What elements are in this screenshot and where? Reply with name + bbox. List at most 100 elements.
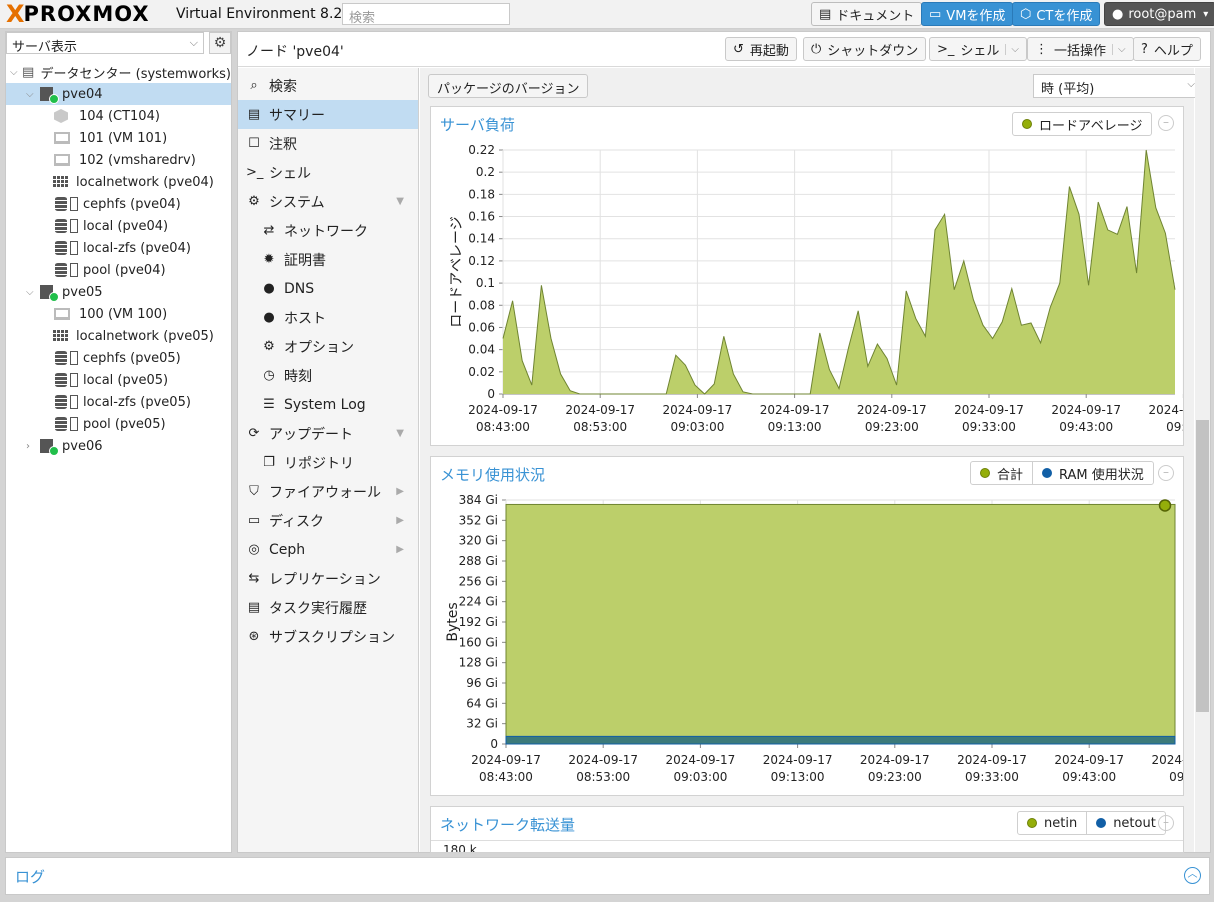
tree-item-vm[interactable]: 102 (vmsharedrv): [6, 149, 231, 171]
shutdown-button[interactable]: ⏻ シャットダウン: [803, 37, 927, 61]
legend-item[interactable]: RAM 使用状況: [1032, 462, 1153, 484]
page-title: ノード 'pve04': [246, 44, 344, 60]
x-tick-label: 2024-09-17: [857, 403, 927, 417]
x-tick-label: 2024-09-17: [471, 753, 541, 767]
tree-item-storage[interactable]: local (pve04): [6, 215, 231, 237]
x-tick-label: 2024-09-17: [954, 403, 1024, 417]
tree-item-storage[interactable]: local-zfs (pve04): [6, 237, 231, 259]
legend-item[interactable]: netout: [1086, 812, 1165, 834]
shell-button[interactable]: >_ シェル ⌵: [929, 37, 1028, 61]
server-icon: [40, 87, 59, 104]
y-tick-label: 288 Gi: [459, 554, 498, 568]
chevron-down-icon: ⌵: [10, 66, 18, 78]
view-select[interactable]: サーバ表示 ⌵: [6, 32, 204, 55]
storage-icon: [55, 219, 67, 233]
collapse-icon[interactable]: –: [1158, 115, 1174, 131]
x-tick-label: 09:33:00: [962, 420, 1016, 434]
collapse-icon[interactable]: –: [1158, 465, 1174, 481]
package-versions-button[interactable]: パッケージのバージョン: [428, 74, 589, 98]
tree-item-network[interactable]: localnetwork (pve04): [6, 171, 231, 193]
collapse-icon[interactable]: –: [1158, 815, 1174, 831]
tree-item-container[interactable]: 104 (CT104): [6, 105, 231, 127]
clock-icon: ◷: [263, 368, 275, 383]
legend-item[interactable]: ロードアベレージ: [1013, 113, 1151, 135]
version-label: Virtual Environment 8.2.4: [176, 6, 356, 22]
certificate-icon: ✹: [263, 252, 275, 267]
scrollbar-thumb[interactable]: [1196, 420, 1209, 712]
nav-task-history[interactable]: ▤ タスク実行履歴: [238, 593, 418, 622]
nav-updates[interactable]: ⟳ アップデート ▼: [238, 419, 418, 448]
tree-item-storage[interactable]: local-zfs (pve05): [6, 391, 231, 413]
nav-summary[interactable]: ▤ サマリー: [238, 100, 418, 129]
nav-replication[interactable]: ⇆ レプリケーション: [238, 564, 418, 593]
nav-hosts[interactable]: ● ホスト: [238, 303, 418, 332]
bulk-actions-button[interactable]: ⋮ 一括操作 ⌵: [1027, 37, 1134, 61]
refresh-icon: ⟳: [248, 426, 260, 441]
x-tick-label: 09:52: [1166, 420, 1183, 434]
tree-item-storage[interactable]: local (pve05): [6, 369, 231, 391]
chart-legend: netin netout: [1017, 811, 1166, 835]
tree-item-network[interactable]: localnetwork (pve05): [6, 325, 231, 347]
storage-icon: [55, 263, 67, 277]
tree-item-storage[interactable]: pool (pve04): [6, 259, 231, 281]
x-tick-label: 08:53:00: [576, 770, 630, 784]
nav-network[interactable]: ⇄ ネットワーク: [238, 216, 418, 245]
tree-item-vm[interactable]: 100 (VM 100): [6, 303, 231, 325]
nav-repositories[interactable]: ❐ リポジトリ: [238, 448, 418, 477]
chevron-down-icon: ⌵: [26, 88, 34, 100]
documentation-button[interactable]: ▤ ドキュメント: [811, 2, 923, 26]
y-tick-label: 64 Gi: [466, 696, 498, 710]
panel-title: メモリ使用状況: [440, 466, 546, 484]
gear-icon[interactable]: ⚙: [209, 32, 231, 54]
panel-title: ネットワーク転送量: [440, 816, 576, 834]
x-tick-label: 2024-09-17: [663, 403, 733, 417]
x-tick-label: 2024-09-17: [1149, 403, 1183, 417]
tree-item-vm[interactable]: 101 (VM 101): [6, 127, 231, 149]
search-input[interactable]: 検索: [342, 3, 510, 26]
nav-certificates[interactable]: ✹ 証明書: [238, 245, 418, 274]
nav-system[interactable]: ⚙ システム ▼: [238, 187, 418, 216]
user-menu-button[interactable]: ● root@pam ▾: [1104, 2, 1214, 26]
resource-tree: ⌵ ▤ データセンター (systemworks) ⌵ pve04 104 (CT10…: [6, 61, 231, 457]
nav-subscription[interactable]: ⊛ サブスクリプション: [238, 622, 418, 651]
y-tick-label: 0.04: [468, 343, 495, 357]
nav-time[interactable]: ◷ 時刻: [238, 361, 418, 390]
tree-item-pve06[interactable]: › pve06: [6, 435, 231, 457]
nav-disks[interactable]: ▭ ディスク ▶: [238, 506, 418, 535]
nav-ceph[interactable]: ◎ Ceph ▶: [238, 535, 418, 564]
legend-item[interactable]: netin: [1018, 812, 1086, 834]
x-tick-label: 09:23:00: [865, 420, 919, 434]
book-icon: ▤: [819, 6, 832, 22]
tree-item-storage[interactable]: cephfs (pve05): [6, 347, 231, 369]
terminal-icon: >_: [246, 165, 264, 180]
server-icon: [40, 439, 59, 456]
files-icon: ❐: [263, 455, 275, 470]
nav-options[interactable]: ⚙ オプション: [238, 332, 418, 361]
timeframe-select[interactable]: 時 (平均) ⌵: [1033, 74, 1202, 98]
chevron-down-icon: ⌵: [1005, 43, 1019, 55]
series-area: [503, 150, 1175, 394]
nav-dns[interactable]: ● DNS: [238, 274, 418, 303]
tree-item-pve04[interactable]: ⌵ pve04: [6, 83, 231, 105]
nav-notes[interactable]: ☐ 注釈: [238, 129, 418, 158]
logo-x: X: [6, 0, 24, 28]
tree-item-pve05[interactable]: ⌵ pve05: [6, 281, 231, 303]
nav-firewall[interactable]: ⛉ ファイアウォール ▶: [238, 477, 418, 506]
tree-item-storage[interactable]: pool (pve05): [6, 413, 231, 435]
globe-icon: ●: [263, 310, 275, 325]
nav-shell[interactable]: >_ シェル: [238, 158, 418, 187]
legend-item[interactable]: 合計: [971, 462, 1032, 484]
nav-syslog[interactable]: ☰ System Log: [238, 390, 418, 419]
tree-item-datacenter[interactable]: ⌵ ▤ データセンター (systemworks): [6, 61, 231, 83]
network-chart: 180 k: [431, 840, 1183, 852]
create-vm-button[interactable]: ▭ VMを作成: [921, 2, 1014, 26]
chevron-right-icon: ›: [26, 440, 30, 452]
help-button[interactable]: ? ヘルプ: [1133, 37, 1201, 61]
tree-item-storage[interactable]: cephfs (pve04): [6, 193, 231, 215]
create-ct-button[interactable]: ⬡ CTを作成: [1012, 2, 1101, 26]
nav-search[interactable]: ⌕ 検索: [238, 71, 418, 100]
chevron-down-icon: ▼: [396, 428, 404, 439]
x-tick-label: 09:13:00: [768, 420, 822, 434]
expand-icon[interactable]: ︿: [1184, 867, 1201, 884]
reboot-button[interactable]: ↺ 再起動: [725, 37, 797, 61]
